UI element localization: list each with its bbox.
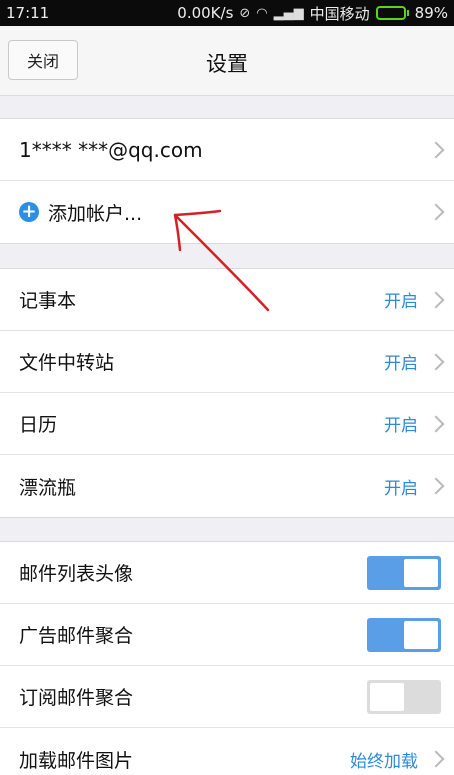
chevron-right-icon [427,353,445,370]
feature-label: 文件中转站 [19,352,115,374]
option-row-ad-aggregate: 广告邮件聚合 [0,604,454,666]
feature-row-drift-bottle[interactable]: 漂流瓶 开启 [0,455,454,517]
toggle-knob [404,558,438,587]
option-row-list-avatar: 邮件列表头像 [0,542,454,604]
nav-bar: 关闭 设置 [0,26,454,96]
chevron-right-icon [427,141,445,158]
toggle-knob [370,682,404,711]
status-time: 17:11 [6,4,50,22]
list-avatar-toggle[interactable] [367,555,441,590]
vibrate-off-icon: ⊘ [239,5,251,21]
feature-row-file-transfer[interactable]: 文件中转站 开启 [0,331,454,393]
account-group: 1**** ***@qq.com + 添加帐户... [0,118,454,244]
toggle-knob [404,620,438,649]
chevron-right-icon [427,291,445,308]
wifi-icon: ◠ [256,5,268,21]
ad-aggregate-toggle[interactable] [367,617,441,652]
chevron-right-icon [427,203,445,221]
feature-status: 开启 [384,354,418,374]
status-bar: 17:11 0.00K/s ⊘ ◠ ▂▄▆ 中国移动 89% [0,0,454,26]
feature-row-notes[interactable]: 记事本 开启 [0,269,454,331]
feature-status: 开启 [384,478,418,499]
feature-status: 开启 [384,292,418,312]
feature-label: 日历 [19,414,58,436]
options-group: 邮件列表头像 广告邮件聚合 订阅邮件聚合 加载邮件图片 始终加载 [0,541,454,775]
load-images-row[interactable]: 加载邮件图片 始终加载 [0,728,454,775]
account-row[interactable]: 1**** ***@qq.com [0,119,454,181]
load-images-label: 加载邮件图片 [19,749,134,772]
signal-icon: ▂▄▆ [273,5,304,21]
chevron-right-icon [427,750,445,768]
features-group: 记事本 开启 文件中转站 开启 日历 开启 漂流瓶 开启 [0,268,454,518]
feature-status: 开启 [384,416,418,436]
load-images-value: 始终加载 [350,751,418,772]
add-account-label: 添加帐户... [48,202,143,225]
add-account-row[interactable]: + 添加帐户... [0,181,454,243]
battery-icon [375,6,409,20]
chevron-right-icon [427,477,445,495]
plus-circle-icon: + [19,202,39,222]
feature-label: 漂流瓶 [19,476,77,499]
battery-percent: 89% [414,4,448,22]
feature-row-calendar[interactable]: 日历 开启 [0,393,454,455]
page-title: 设置 [206,52,248,76]
status-right: 0.00K/s ⊘ ◠ ▂▄▆ 中国移动 89% [177,3,448,24]
option-label: 邮件列表头像 [19,563,134,585]
option-label: 广告邮件聚合 [19,625,134,647]
carrier-name: 中国移动 [309,4,370,23]
option-row-subscription-aggregate: 订阅邮件聚合 [0,666,454,728]
chevron-right-icon [427,415,445,432]
option-label: 订阅邮件聚合 [19,687,134,709]
subscription-aggregate-toggle[interactable] [367,679,441,714]
feature-label: 记事本 [19,290,77,312]
account-email: 1**** ***@qq.com [19,137,203,162]
network-speed: 0.00K/s [177,4,234,22]
